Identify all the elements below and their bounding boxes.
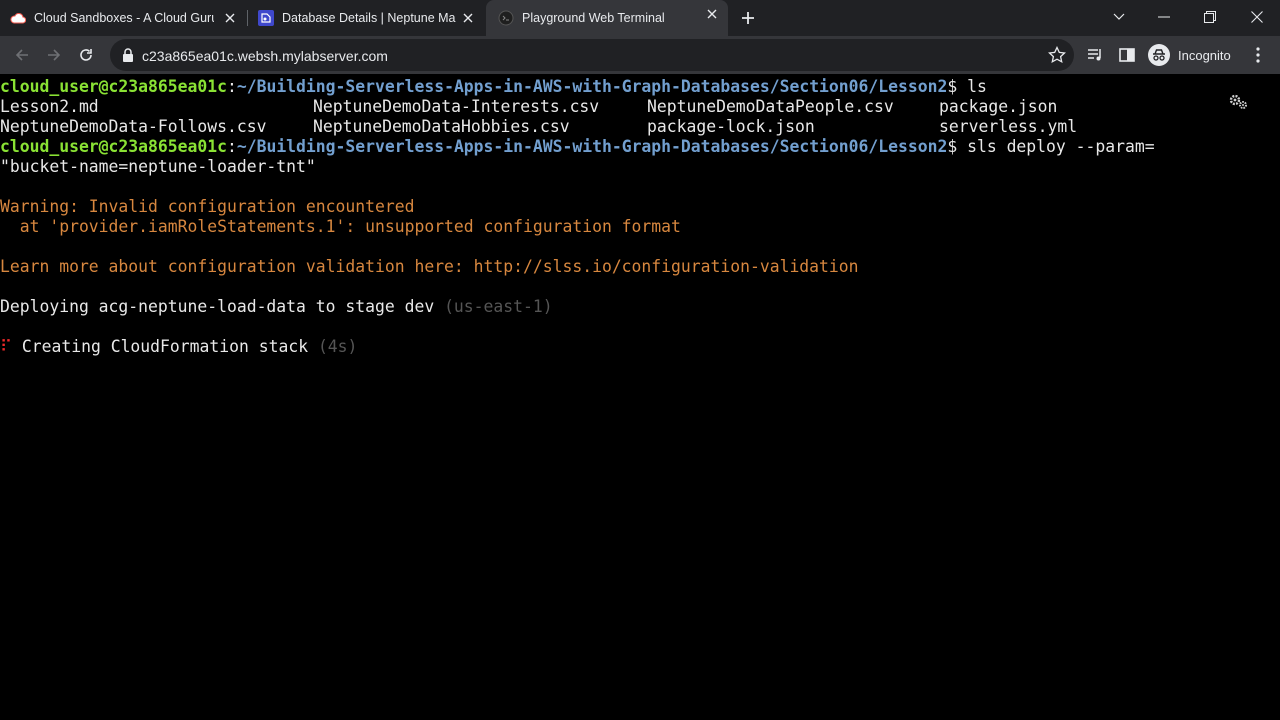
tab-title: Cloud Sandboxes - A Cloud Guru [34,11,214,25]
lock-icon[interactable] [120,47,136,63]
ls-entry: package-lock.json [647,117,815,136]
prompt-separator: : [226,77,237,96]
ls-entry: serverless.yml [939,117,1078,136]
arrow-right-icon [48,49,61,61]
incognito-profile-button[interactable]: Incognito [1148,43,1231,67]
elapsed-time: (4s) [317,337,358,356]
command-continuation: "bucket-name=neptune-loader-tnt" [0,157,316,176]
terminal-line: cloud_user@c23a865ea01c:~/Building-Serve… [0,137,1155,157]
url-text[interactable]: c23a865ea01c.websh.mylabserver.com [142,48,388,64]
ls-entry: NeptuneDemoDataHobbies.csv [313,117,570,136]
terminal-globe-icon [498,10,514,26]
address-bar[interactable]: c23a865ea01c.websh.mylabserver.com [110,39,1074,71]
tab-cloud-sandboxes[interactable]: Cloud Sandboxes - A Cloud Guru [10,4,246,32]
deploy-status-line: Deploying acg-neptune-load-data to stage… [0,297,553,317]
ls-entry: NeptuneDemoDataPeople.csv [647,97,894,116]
incognito-icon [1148,44,1170,66]
terminal-line: cloud_user@c23a865ea01c:~/Building-Serve… [0,77,987,97]
command-text: ls [967,77,987,96]
browser-toolbar: c23a865ea01c.websh.mylabserver.com Incog… [0,36,1280,74]
tab-search-button[interactable] [1107,6,1131,28]
web-terminal[interactable]: cloud_user@c23a865ea01c:~/Building-Serve… [0,74,1280,720]
command-text: sls deploy --param= [967,137,1155,156]
tab-separator [247,10,248,26]
tab-title: Database Details | Neptune Mana [282,11,456,25]
chevron-down-icon [1113,13,1125,20]
close-window-button[interactable] [1245,6,1269,28]
close-icon[interactable] [704,6,720,22]
prompt-suffix: $ [947,77,968,96]
prompt-user: cloud_user@c23a865ea01c [0,137,227,156]
restore-icon [1204,11,1216,23]
prompt-suffix: $ [947,137,968,156]
ls-entry: Lesson2.md [0,97,99,116]
prompt-separator: : [226,137,237,156]
spinner-icon: ⠏ [0,337,13,356]
back-button[interactable] [10,43,34,67]
new-tab-button[interactable] [737,7,759,29]
forward-button[interactable] [42,43,66,67]
warning-detail: at 'provider.iamRoleStatements.1': unsup… [0,217,681,236]
reload-icon [80,49,92,61]
learn-more-message: Learn more about configuration validatio… [0,257,859,276]
gears-icon[interactable] [1228,93,1248,111]
tab-playground-web-terminal[interactable]: Playground Web Terminal [486,0,728,36]
incognito-label: Incognito [1178,47,1231,63]
deploy-region: (us-east-1) [444,297,553,316]
ls-entry: NeptuneDemoData-Interests.csv [313,97,600,116]
more-vert-icon[interactable] [1250,46,1266,64]
close-icon [1251,11,1263,23]
tab-database-details[interactable]: Database Details | Neptune Mana [258,4,484,32]
browser-tab-strip: Cloud Sandboxes - A Cloud Guru Database … [0,0,1280,36]
close-icon[interactable] [222,10,238,26]
prompt-path: ~/Building-Serverless-Apps-in-AWS-with-G… [236,137,948,156]
progress-text: Creating CloudFormation stack [12,337,318,356]
prompt-user: cloud_user@c23a865ea01c [0,77,227,96]
neptune-icon [258,10,274,26]
minimize-icon [1158,16,1170,18]
prompt-path: ~/Building-Serverless-Apps-in-AWS-with-G… [236,77,948,96]
tab-title: Playground Web Terminal [522,11,665,25]
arrow-left-icon [15,49,28,61]
ls-entry: package.json [939,97,1058,116]
plus-icon [742,12,754,24]
star-icon[interactable] [1048,46,1066,64]
cloud-icon [10,10,26,26]
restore-button[interactable] [1198,6,1222,28]
progress-line: ⠏ Creating CloudFormation stack (4s) [0,337,357,357]
warning-message: Warning: Invalid configuration encounter… [0,197,415,216]
ls-entry: NeptuneDemoData-Follows.csv [0,117,267,136]
reload-button[interactable] [74,43,98,67]
deploy-status-text: Deploying acg-neptune-load-data to stage… [0,297,445,316]
side-panel-icon[interactable] [1118,46,1136,64]
minimize-button[interactable] [1152,6,1176,28]
close-icon[interactable] [460,10,476,26]
media-control-icon[interactable] [1086,46,1104,64]
